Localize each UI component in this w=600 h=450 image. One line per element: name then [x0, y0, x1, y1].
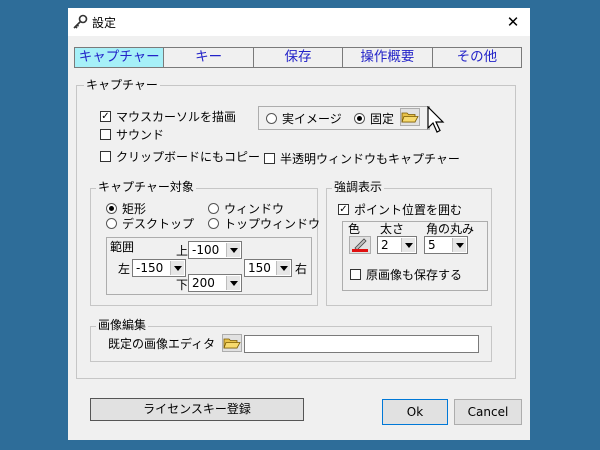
close-button[interactable]: ✕	[500, 10, 526, 34]
folder-open-icon	[401, 112, 419, 123]
translucent-check	[264, 153, 275, 164]
chevron-down-icon	[401, 238, 415, 252]
surround-point-check: ✓	[338, 204, 349, 215]
range-top-label: 上	[176, 244, 189, 258]
pen-color-icon	[352, 238, 368, 252]
range-left-label: 左	[118, 262, 131, 276]
target-desktop-dot	[106, 218, 117, 229]
tab-other[interactable]: その他	[433, 48, 521, 67]
range-bottom-value: 200	[192, 276, 215, 290]
thickness-select[interactable]: 2	[377, 236, 417, 254]
editor-browse-button[interactable]	[222, 334, 242, 352]
license-key-button[interactable]: ライセンスキー登録	[90, 398, 304, 421]
draw-cursor-check: ✓	[100, 111, 111, 122]
cancel-button[interactable]: Cancel	[454, 399, 522, 425]
range-right-value: 150	[248, 261, 271, 275]
sound-check	[100, 129, 111, 140]
capture-target-title: キャプチャー対象	[96, 180, 196, 194]
radius-select[interactable]: 5	[424, 236, 468, 254]
mode-real-label: 実イメージ	[282, 112, 342, 126]
highlight-title: 強調表示	[332, 180, 385, 194]
range-top-select[interactable]: -100	[188, 241, 242, 259]
surround-point-checkbox[interactable]: ✓ ポイント位置を囲む	[338, 201, 462, 218]
tab-bar: キャプチャー キー 保存 操作概要 その他	[74, 47, 522, 68]
mode-fixed-label: 固定	[370, 112, 395, 126]
thickness-label: 太さ	[380, 222, 405, 236]
chevron-down-icon	[170, 261, 184, 275]
tab-key[interactable]: キー	[164, 48, 254, 67]
translucent-label: 半透明ウィンドウもキャプチャー	[280, 152, 460, 166]
folder-open-icon	[223, 338, 241, 349]
tab-operation-overview[interactable]: 操作概要	[343, 48, 433, 67]
wrench-key-icon	[73, 14, 88, 29]
draw-cursor-label: マウスカーソルを描画	[116, 110, 237, 124]
mode-real-radio[interactable]: 実イメージ	[266, 110, 342, 127]
range-left-value: -150	[136, 261, 164, 275]
target-desktop-radio[interactable]: デスクトップ	[106, 215, 194, 232]
chevron-down-icon	[452, 238, 466, 252]
cursor-folder-button[interactable]	[400, 108, 420, 126]
close-icon: ✕	[506, 13, 520, 31]
draw-cursor-checkbox[interactable]: ✓ マウスカーソルを描画	[100, 108, 236, 125]
thickness-value: 2	[381, 238, 389, 252]
target-rect-dot	[106, 203, 117, 214]
surround-point-label: ポイント位置を囲む	[354, 203, 463, 217]
range-left-select[interactable]: -150	[132, 259, 186, 277]
clipboard-label: クリップボードにもコピー	[116, 150, 261, 164]
ok-button[interactable]: Ok	[382, 399, 448, 425]
color-label: 色	[348, 222, 361, 236]
range-right-select[interactable]: 150	[244, 259, 292, 277]
image-editor-title: 画像編集	[96, 318, 149, 332]
target-window-dot	[208, 203, 219, 214]
save-original-label: 原画像も保存する	[366, 268, 463, 282]
save-original-check	[350, 269, 361, 280]
translucent-checkbox[interactable]: 半透明ウィンドウもキャプチャー	[264, 150, 460, 167]
sound-checkbox[interactable]: サウンド	[100, 126, 164, 143]
radius-value: 5	[428, 238, 436, 252]
tab-capture[interactable]: キャプチャー	[75, 48, 165, 67]
save-original-checkbox[interactable]: 原画像も保存する	[350, 266, 462, 283]
range-bottom-select[interactable]: 200	[188, 274, 242, 292]
target-desktop-label: デスクトップ	[122, 217, 195, 231]
settings-dialog: 設定 ✕ キャプチャー キー 保存 操作概要 その他 キャプチャー ✓ マウスカ…	[68, 8, 530, 440]
range-title: 範囲	[110, 240, 135, 254]
mode-fixed-radio-dot	[354, 113, 365, 124]
chevron-down-icon	[276, 261, 290, 275]
mouse-pointer-icon	[427, 106, 445, 133]
range-bottom-label: 下	[176, 278, 189, 292]
sound-label: サウンド	[116, 128, 165, 142]
color-picker-button[interactable]	[349, 236, 371, 254]
window-title: 設定	[92, 16, 117, 30]
capture-group-title: キャプチャー	[84, 78, 160, 92]
target-top-window-label: トップウィンドウ	[224, 217, 321, 231]
target-top-window-radio[interactable]: トップウィンドウ	[208, 215, 320, 232]
editor-path-input[interactable]	[244, 335, 479, 353]
chevron-down-icon	[226, 243, 240, 257]
chevron-down-icon	[226, 276, 240, 290]
mode-real-radio-dot	[266, 113, 277, 124]
title-bar: 設定 ✕	[68, 8, 530, 36]
default-editor-label: 既定の画像エディタ	[108, 337, 216, 351]
range-right-label: 右	[295, 262, 308, 276]
range-top-value: -100	[192, 243, 220, 257]
clipboard-check	[100, 151, 111, 162]
clipboard-checkbox[interactable]: クリップボードにもコピー	[100, 148, 260, 165]
radius-label: 角の丸み	[426, 222, 475, 236]
target-top-window-dot	[208, 218, 219, 229]
mode-fixed-radio[interactable]: 固定	[354, 110, 394, 127]
tab-save[interactable]: 保存	[254, 48, 344, 67]
